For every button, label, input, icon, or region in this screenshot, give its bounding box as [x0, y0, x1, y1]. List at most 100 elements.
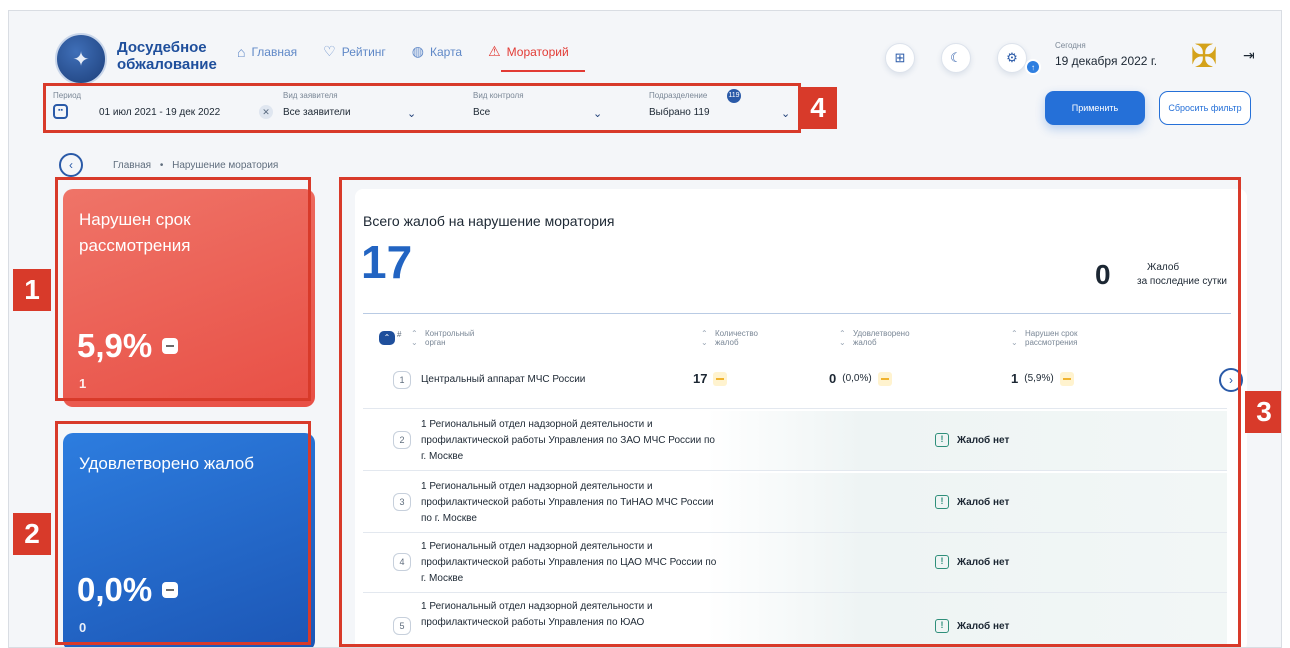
row-overdue-cell: 1 (5,9%) — [1011, 371, 1074, 386]
column-satisfied-line1: Удовлетворено — [853, 329, 910, 338]
no-complaints: ! Жалоб нет — [935, 433, 1009, 447]
overdue-card-title: Нарушен срок рассмотрения — [79, 210, 191, 255]
complaints-panel: Всего жалоб на нарушение моратория 17 0 … — [355, 189, 1247, 647]
settings-button[interactable]: ⚙ — [997, 43, 1027, 73]
annotation-tag-4: 4 — [799, 87, 837, 129]
emblem-logo[interactable]: ✦ — [55, 33, 107, 85]
app-window: ✦ Досудебное обжалование ⌂ Главная ♡ Рей… — [8, 10, 1282, 648]
row-index: 4 — [393, 553, 411, 571]
chevron-left-icon: ‹ — [69, 158, 73, 172]
back-button[interactable]: ‹ — [59, 153, 83, 177]
division-count-badge: 119 — [727, 89, 741, 103]
logout-icon[interactable]: ⇥ — [1243, 47, 1255, 64]
day-label: Жалоб за последние сутки — [1137, 261, 1247, 289]
alert-icon: ! — [935, 433, 949, 447]
day-count: 0 — [1095, 259, 1111, 290]
satisfied-card[interactable]: Удовлетворено жалоб 0,0% 0 — [63, 433, 315, 647]
nav-rating[interactable]: ♡ Рейтинг — [323, 43, 386, 60]
no-complaints: ! Жалоб нет — [935, 619, 1009, 633]
upload-badge-icon: ↑ — [1025, 59, 1041, 75]
satisfied-card-percent-wrap: 0,0% — [77, 571, 179, 609]
satisfied-card-count: 0 — [79, 620, 87, 635]
row-satisfied: 0 — [829, 371, 837, 386]
moon-icon: ☾ — [950, 50, 962, 65]
row-index: 1 — [393, 371, 411, 389]
row-index: 5 — [393, 617, 411, 635]
control-filter[interactable]: Вид контроля Все ⌄ — [467, 87, 643, 129]
row-name: 1 Региональный отдел надзорной деятельно… — [421, 419, 715, 462]
structure-icon: ⊞ — [894, 50, 906, 65]
applicant-label: Вид заявителя — [283, 91, 338, 100]
nav-map[interactable]: ◍ Карта — [412, 43, 462, 60]
chevron-right-icon: › — [1229, 373, 1233, 387]
table-row[interactable]: 5 1 Региональный отдел надзорной деятель… — [363, 593, 1227, 647]
column-count[interactable]: ⌃ ⌄ Количество жалоб — [701, 329, 758, 347]
structure-button[interactable]: ⊞ — [885, 43, 915, 73]
filter-bar: Период ▪▪ 01 июл 2021 - 19 дек 2022 ✕ Ви… — [47, 87, 803, 129]
alert-icon: ! — [935, 495, 949, 509]
division-value: Выбрано 119 — [649, 107, 710, 118]
calendar-icon[interactable]: ▪▪ — [53, 104, 68, 119]
table-row[interactable]: 4 1 Региональный отдел надзорной деятель… — [363, 533, 1227, 593]
today-date: 19 декабря 2022 г. — [1055, 54, 1158, 68]
division-label: Подразделение — [649, 91, 708, 100]
chevron-down-icon[interactable]: ⌄ — [781, 107, 790, 120]
table-header: ⌃ # ⌃ ⌄ Контрольный орган ⌃ ⌄ Количество ж… — [355, 329, 1247, 351]
nav-moratorium[interactable]: ⚠ Мораторий — [488, 43, 569, 60]
column-organ-line1: Контрольный — [425, 329, 475, 338]
warning-icon: ⚠ — [488, 43, 501, 59]
nav-rating-label: Рейтинг — [341, 44, 386, 59]
clear-icon[interactable]: ✕ — [259, 105, 273, 119]
no-complaints-label: Жалоб нет — [957, 496, 1010, 508]
breadcrumb-home[interactable]: Главная — [113, 160, 151, 171]
applicant-filter[interactable]: Вид заявителя Все заявители ⌄ — [277, 87, 467, 129]
select-all-icon[interactable]: ⌃ — [379, 331, 395, 345]
nav-home-label: Главная — [251, 44, 298, 59]
brand-name: Досудебное обжалование — [117, 39, 217, 73]
row-satisfied-pct: (0,0%) — [842, 373, 872, 384]
minus-icon — [162, 582, 179, 598]
trophy-icon: ♡ — [323, 43, 336, 59]
column-satisfied[interactable]: ⌃ ⌄ Удовлетворено жалоб — [839, 329, 910, 347]
table-row[interactable]: 3 1 Региональный отдел надзорной деятель… — [363, 473, 1227, 533]
mchs-emblem-icon[interactable]: ✠ — [1181, 33, 1227, 79]
column-overdue-line2: рассмотрения — [1025, 338, 1078, 347]
column-organ-line2: орган — [425, 338, 446, 347]
column-overdue[interactable]: ⌃ ⌄ Нарушен срок рассмотрения — [1011, 329, 1078, 347]
apply-button[interactable]: Применить — [1045, 91, 1145, 125]
day-label-line1: Жалоб — [1147, 262, 1180, 273]
minus-icon — [713, 371, 728, 386]
nav-map-label: Карта — [430, 44, 463, 59]
sliders-icon: ⚙ — [1006, 50, 1018, 65]
nav-moratorium-label: Мораторий — [506, 44, 569, 59]
alert-icon: ! — [935, 555, 949, 569]
minus-icon — [877, 371, 892, 386]
table-row[interactable]: 1 Центральный аппарат МЧС России 17 0 (0… — [363, 357, 1243, 409]
column-organ[interactable]: ⌃ ⌄ Контрольный орган — [411, 329, 475, 347]
overdue-card-percent: 5,9% — [77, 327, 153, 364]
division-filter[interactable]: Подразделение 119 Выбрано 119 ⌄ — [643, 87, 803, 129]
chevron-down-icon[interactable]: ⌄ — [593, 107, 602, 120]
theme-toggle-button[interactable]: ☾ — [941, 43, 971, 73]
column-count-line1: Количество — [715, 329, 758, 338]
breadcrumb: Главная • Нарушение моратория — [113, 160, 278, 171]
overdue-card-count: 1 — [79, 376, 87, 391]
applicant-value: Все заявители — [283, 107, 351, 118]
row-overdue-pct: (5,9%) — [1024, 373, 1054, 384]
row-overdue: 1 — [1011, 371, 1019, 386]
home-icon: ⌂ — [237, 43, 246, 60]
row-count: 17 — [693, 371, 708, 386]
nav-home[interactable]: ⌂ Главная — [237, 43, 297, 60]
no-complaints: ! Жалоб нет — [935, 495, 1009, 509]
chevron-down-icon[interactable]: ⌄ — [407, 107, 416, 120]
row-name: 1 Региональный отдел надзорной деятельно… — [421, 541, 717, 584]
period-label: Период — [53, 91, 82, 100]
row-name: Центральный аппарат МЧС России — [421, 374, 586, 385]
row-open-button[interactable]: › — [1219, 368, 1243, 392]
overdue-card[interactable]: Нарушен срок рассмотрения 5,9% 1 — [63, 189, 315, 407]
divider — [363, 313, 1231, 314]
reset-filter-button[interactable]: Сбросить фильтр — [1159, 91, 1251, 125]
table-row[interactable]: 2 1 Региональный отдел надзорной деятель… — [363, 411, 1227, 471]
row-satisfied-cell: 0 (0,0%) — [829, 371, 892, 386]
period-filter[interactable]: Период ▪▪ 01 июл 2021 - 19 дек 2022 ✕ — [47, 87, 277, 129]
